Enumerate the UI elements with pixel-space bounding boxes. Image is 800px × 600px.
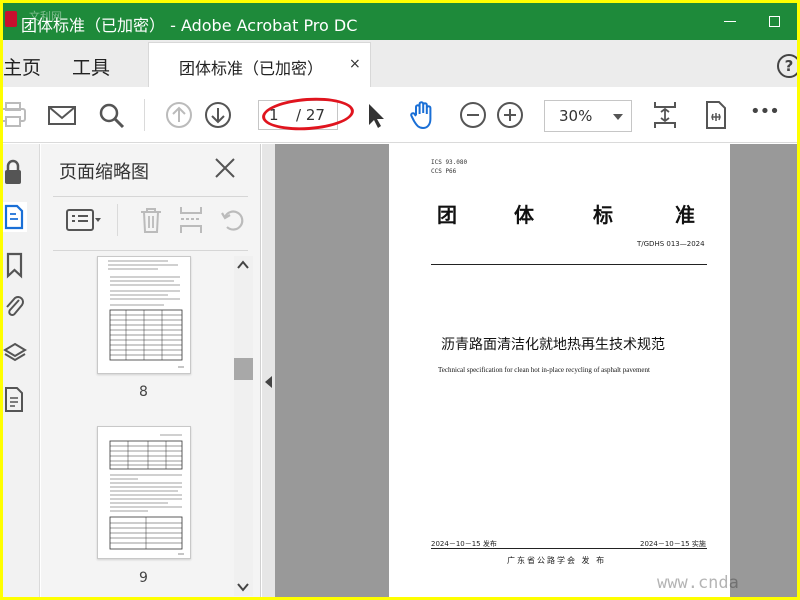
main-toolbar: 1 / 27 30% ••• [3, 87, 797, 143]
page-thumbnails-icon[interactable] [3, 202, 27, 232]
thumbnails-scrollbar[interactable] [234, 256, 253, 596]
minimize-icon [723, 21, 736, 22]
scroll-up-icon[interactable] [237, 260, 249, 270]
publisher: 广东省公路学会 发 布 [507, 556, 607, 565]
zoom-out-icon[interactable] [458, 99, 488, 131]
window-title: 团体标准（已加密） - Adobe Acrobat Pro DC [21, 16, 358, 35]
next-page-icon[interactable] [203, 99, 233, 131]
attachment-icon[interactable] [3, 292, 27, 322]
footer-rule [431, 548, 707, 549]
acrobat-app-icon [5, 11, 17, 27]
document-title-en: Technical specification for clean hot in… [438, 366, 650, 374]
navigation-rail [3, 144, 40, 597]
title-bar: 团体标准（已加密） - Adobe Acrobat Pro DC 文利网 [3, 3, 797, 40]
fit-page-icon[interactable] [650, 99, 680, 131]
select-tool-icon[interactable] [361, 99, 391, 131]
thumbnail-page-number: 9 [139, 570, 148, 586]
more-tools-icon[interactable]: ••• [750, 101, 780, 122]
tab-document[interactable]: 团体标准（已加密） × [148, 42, 371, 87]
watermark-logo: 文利网 [29, 10, 62, 23]
document-tab-label: 团体标准（已加密） [179, 59, 324, 78]
app-window: 团体标准（已加密） - Adobe Acrobat Pro DC 文利网 主页 … [3, 3, 797, 597]
rotate-view-icon[interactable] [700, 99, 730, 131]
standard-number: T/GDHS 013—2024 [637, 240, 705, 248]
rotate-page-icon[interactable] [219, 204, 247, 236]
hand-tool-icon[interactable] [408, 99, 438, 131]
document-view[interactable]: ICS 93.080 CCS P66 团 体 标 准 T/GDHS 013—20… [275, 144, 797, 597]
toolbar-divider [144, 99, 145, 131]
standard-title-char: 标 [593, 203, 613, 227]
standard-title-char: 体 [514, 203, 534, 227]
email-icon[interactable] [47, 99, 77, 131]
header-rule [431, 264, 707, 265]
bookmark-icon[interactable] [3, 250, 27, 280]
tab-bar: 主页 工具 团体标准（已加密） × ? [3, 40, 797, 87]
watermark-url: www.cnda [657, 573, 739, 593]
maximize-icon [769, 16, 780, 27]
layers-icon[interactable] [3, 338, 27, 368]
previous-page-icon[interactable] [164, 99, 194, 131]
print-icon[interactable] [3, 99, 29, 131]
classification-codes: ICS 93.080 CCS P66 [431, 159, 468, 175]
standard-title-char: 准 [675, 203, 695, 227]
thumbnail-page-number: 8 [139, 384, 148, 400]
chevron-down-icon [613, 114, 623, 120]
scrollbar-track[interactable] [234, 256, 253, 596]
panel-toolbar-divider [117, 204, 118, 236]
panel-divider [53, 250, 248, 251]
maximize-button[interactable] [752, 3, 797, 40]
tab-tools[interactable]: 工具 [72, 53, 110, 80]
zoom-level-value: 30% [559, 107, 593, 125]
tab-home[interactable]: 主页 [3, 53, 41, 80]
insert-page-icon[interactable] [177, 204, 205, 236]
delete-pages-icon[interactable] [137, 204, 165, 236]
page-thumbnail-9[interactable] [97, 426, 191, 559]
panel-splitter[interactable] [262, 144, 275, 597]
thumbnail-options-button[interactable] [65, 204, 105, 236]
thumbnails-panel-title: 页面缩略图 [59, 162, 149, 183]
page-thumbnail-8[interactable] [97, 256, 191, 374]
minimize-button[interactable] [707, 3, 752, 40]
standard-title-char: 团 [437, 203, 457, 227]
collapse-panel-icon[interactable] [265, 376, 272, 388]
scrollbar-thumb[interactable] [234, 358, 253, 380]
scroll-down-icon[interactable] [237, 582, 249, 592]
pdf-page: ICS 93.080 CCS P66 团 体 标 准 T/GDHS 013—20… [389, 144, 730, 597]
panel-divider [53, 196, 248, 197]
document-title-zh: 沥青路面清洁化就地热再生技术规范 [441, 337, 665, 353]
close-panel-icon[interactable] [213, 156, 237, 180]
document-properties-icon[interactable] [3, 384, 27, 414]
zoom-level-dropdown[interactable]: 30% [544, 100, 632, 132]
search-icon[interactable] [97, 99, 127, 131]
lock-icon[interactable] [3, 158, 27, 188]
close-tab-icon[interactable]: × [349, 56, 361, 72]
help-icon[interactable]: ? [777, 54, 797, 78]
page-thumbnails-panel: 页面缩略图 8 9 [41, 144, 261, 597]
zoom-in-icon[interactable] [495, 99, 525, 131]
